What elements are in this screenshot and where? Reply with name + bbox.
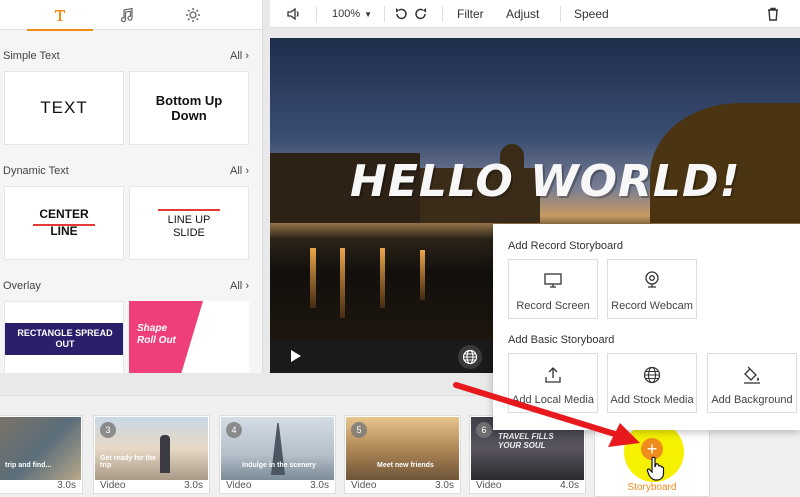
- all-link[interactable]: All ›: [230, 50, 249, 62]
- add-background-button[interactable]: Add Background: [707, 353, 797, 413]
- play-button[interactable]: [290, 349, 302, 368]
- monitor-icon: [544, 273, 562, 288]
- clip-caption: Meet new friends: [377, 462, 434, 469]
- card-bottom-up-down[interactable]: Bottom Up Down: [129, 71, 249, 145]
- record-webcam-button[interactable]: Record Webcam: [607, 259, 697, 319]
- person-silhouette: [160, 435, 170, 473]
- all-link[interactable]: All ›: [230, 280, 249, 292]
- clip-caption: trip and find...: [5, 462, 52, 469]
- tab-music[interactable]: [93, 0, 159, 30]
- text-icon: [55, 10, 65, 21]
- toolbar-divider: [442, 6, 443, 22]
- speed-button[interactable]: Speed: [574, 0, 609, 28]
- clip-thumbnail: [0, 417, 81, 480]
- filter-button[interactable]: Filter: [457, 0, 484, 28]
- clip-meta: Video 4.0s: [476, 480, 579, 491]
- card-label: CENTER LINE: [39, 207, 89, 238]
- delete-button[interactable]: [767, 0, 779, 28]
- overlay-text[interactable]: HELLO WORLD!: [350, 156, 741, 207]
- reflection: [420, 250, 425, 300]
- section-title: Overlay: [3, 280, 41, 292]
- popup-heading-basic: Add Basic Storyboard: [508, 334, 615, 346]
- card-label: Shape Roll Out: [137, 323, 176, 346]
- card-label: RECTANGLE SPREAD OUT: [17, 328, 113, 349]
- rotate-right-icon: [415, 8, 426, 20]
- clip-number: 4: [226, 422, 242, 438]
- tab-settings[interactable]: [160, 0, 226, 30]
- zoom-select[interactable]: 100% ▼: [332, 0, 372, 28]
- music-icon: [120, 7, 133, 23]
- clip-meta: Video 3.0s: [226, 480, 329, 491]
- divider: [158, 209, 220, 211]
- adjust-button[interactable]: Adjust: [506, 0, 539, 28]
- timeline-clip[interactable]: 3 Get ready for the trip Video 3.0s: [93, 415, 210, 494]
- timeline-clip[interactable]: trip and find... 3.0s: [0, 415, 83, 494]
- panel-tabs: [0, 0, 262, 31]
- gear-icon: [186, 8, 200, 22]
- caret-down-icon: ▼: [364, 9, 373, 19]
- toolbar-divider: [316, 6, 317, 22]
- clip-caption: Indulge in the scenery: [242, 462, 316, 469]
- card-label: LINE UP SLIDE: [167, 214, 211, 239]
- clip-meta: Video 3.0s: [100, 480, 203, 491]
- tab-text[interactable]: [27, 0, 93, 31]
- storyboard-label: Storyboard: [627, 482, 677, 493]
- card-center-line[interactable]: CENTER LINE: [4, 186, 124, 260]
- speaker-icon: [287, 7, 299, 21]
- globe-button[interactable]: [458, 345, 482, 369]
- section-dynamic-text: Dynamic Text All ›: [0, 161, 262, 181]
- section-title: Dynamic Text: [3, 165, 69, 177]
- divider: [33, 224, 95, 226]
- card-shape-roll-out[interactable]: Shape Roll Out: [129, 301, 249, 373]
- timeline-clip[interactable]: 4 Indulge in the scenery Video 3.0s: [219, 415, 336, 494]
- left-panel: Simple Text All › TEXT Bottom Up Down Dy…: [0, 0, 263, 373]
- annotation-arrow: [453, 382, 640, 447]
- webcam-icon: [645, 271, 659, 288]
- toolbar-divider: [560, 6, 561, 22]
- clip-meta: 3.0s: [57, 480, 76, 491]
- volume-button[interactable]: [286, 0, 302, 28]
- toolbar-divider: [384, 6, 385, 22]
- reflection: [380, 248, 385, 308]
- globe-icon: [462, 349, 478, 365]
- clip-caption: Get ready for the trip: [100, 455, 157, 469]
- play-icon: [291, 350, 301, 362]
- card-label: TEXT: [40, 98, 88, 117]
- popup-heading-record: Add Record Storyboard: [508, 240, 623, 252]
- card-label: Bottom Up Down: [155, 93, 223, 123]
- trash-icon: [768, 7, 778, 21]
- section-title: Simple Text: [3, 50, 60, 62]
- section-overlay: Overlay All ›: [0, 276, 262, 296]
- rotate-left-icon: [396, 8, 407, 20]
- reflection: [310, 248, 316, 308]
- card-line-up-slide[interactable]: LINE UP SLIDE: [129, 186, 249, 260]
- undo-button[interactable]: [394, 0, 408, 28]
- timeline-clip[interactable]: 5 Meet new friends Video 3.0s: [344, 415, 461, 494]
- clip-meta: Video 3.0s: [351, 480, 454, 491]
- reflection: [340, 248, 345, 318]
- all-link[interactable]: All ›: [230, 165, 249, 177]
- card-text[interactable]: TEXT: [4, 71, 124, 145]
- clip-number: 5: [351, 422, 367, 438]
- overlay-bar: RECTANGLE SPREAD OUT: [5, 323, 123, 355]
- clip-number: 3: [100, 422, 116, 438]
- paint-bucket-icon: [744, 366, 760, 384]
- card-rectangle-spread-out[interactable]: RECTANGLE SPREAD OUT: [4, 301, 124, 373]
- redo-button[interactable]: [414, 0, 428, 28]
- editor-toolbar: 100% ▼ Filter Adjust Speed: [270, 0, 800, 28]
- record-screen-button[interactable]: Record Screen: [508, 259, 598, 319]
- hand-cursor-icon: [646, 456, 665, 481]
- section-simple-text: Simple Text All ›: [0, 46, 262, 66]
